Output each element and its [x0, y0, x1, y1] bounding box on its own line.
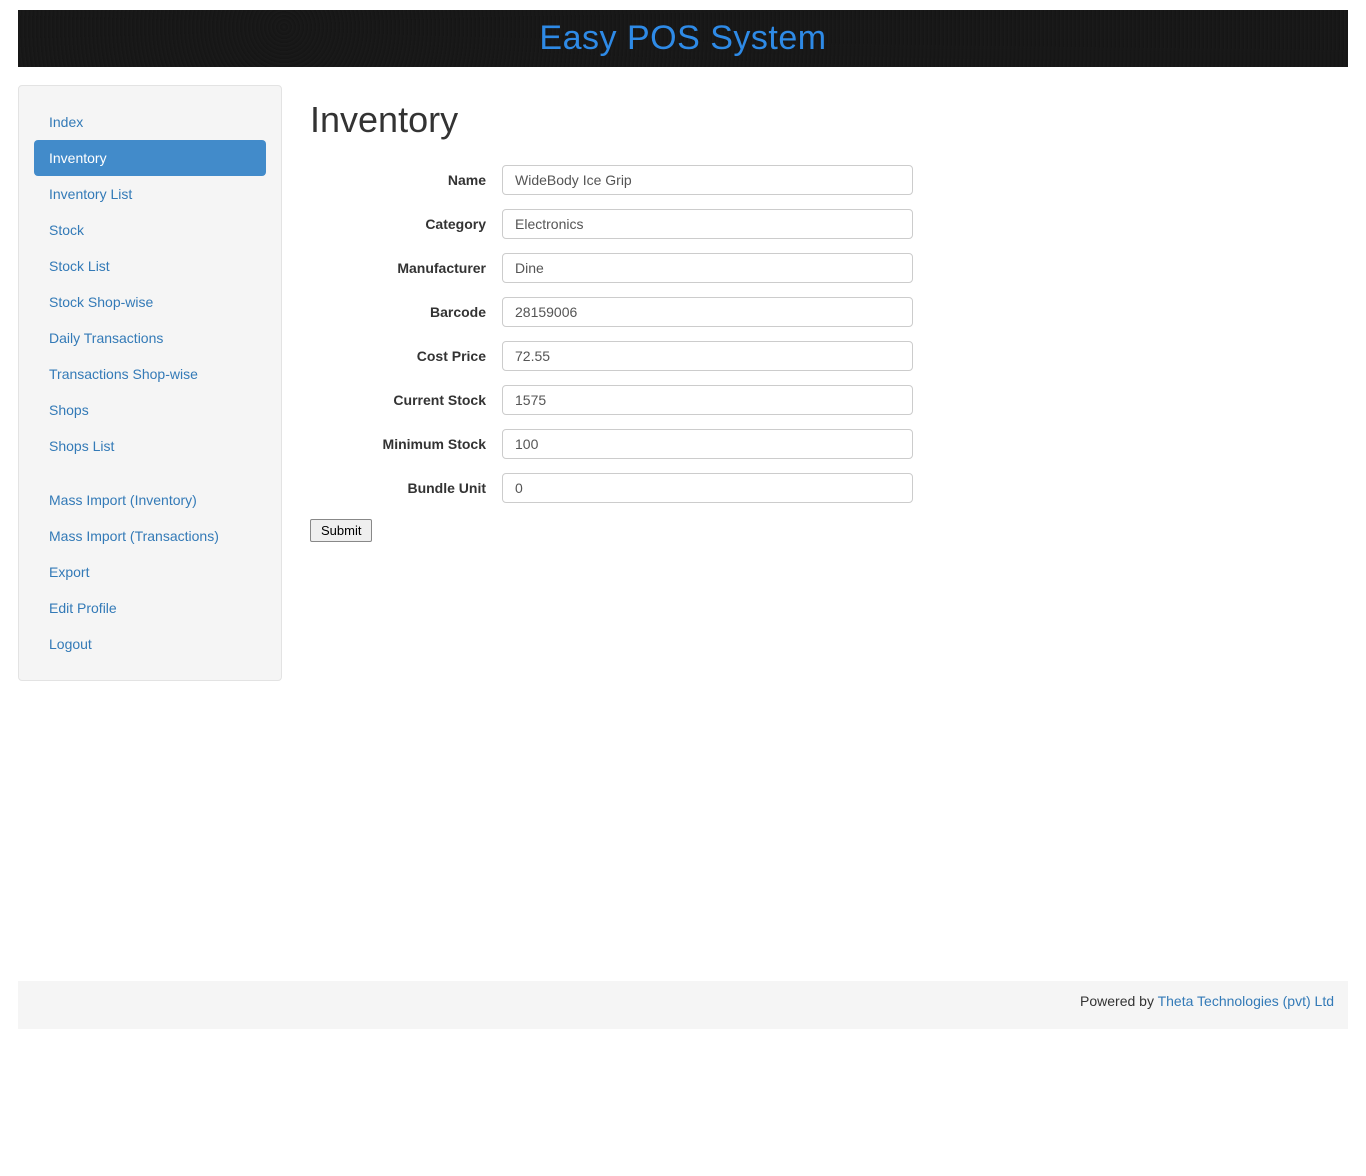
sidebar-item-inventory[interactable]: Inventory	[34, 140, 266, 176]
label-category: Category	[310, 216, 502, 232]
sidebar-item-stock[interactable]: Stock	[34, 212, 266, 248]
footer-text: Powered by	[1080, 993, 1158, 1009]
label-name: Name	[310, 172, 502, 188]
sidebar-item-export[interactable]: Export	[34, 554, 266, 590]
label-bundle-unit: Bundle Unit	[310, 480, 502, 496]
sidebar-item-mass-import-inventory[interactable]: Mass Import (Inventory)	[34, 482, 266, 518]
sidebar-divider	[19, 464, 281, 482]
input-bundle-unit[interactable]	[502, 473, 913, 503]
sidebar-item-daily-transactions[interactable]: Daily Transactions	[34, 320, 266, 356]
input-minimum-stock[interactable]	[502, 429, 913, 459]
input-name[interactable]	[502, 165, 913, 195]
main-content: Inventory Name Category Manufacturer Bar…	[310, 85, 1348, 542]
main-container: Index Inventory Inventory List Stock Sto…	[18, 85, 1348, 681]
sidebar-item-shops[interactable]: Shops	[34, 392, 266, 428]
sidebar-item-transactions-shop-wise[interactable]: Transactions Shop-wise	[34, 356, 266, 392]
label-barcode: Barcode	[310, 304, 502, 320]
footer: Powered by Theta Technologies (pvt) Ltd	[18, 981, 1348, 1029]
sidebar: Index Inventory Inventory List Stock Sto…	[18, 85, 282, 681]
sidebar-item-mass-import-transactions[interactable]: Mass Import (Transactions)	[34, 518, 266, 554]
app-title: Easy POS System	[539, 19, 826, 58]
sidebar-item-edit-profile[interactable]: Edit Profile	[34, 590, 266, 626]
input-cost-price[interactable]	[502, 341, 913, 371]
input-barcode[interactable]	[502, 297, 913, 327]
sidebar-item-shops-list[interactable]: Shops List	[34, 428, 266, 464]
input-category[interactable]	[502, 209, 913, 239]
footer-link[interactable]: Theta Technologies (pvt) Ltd	[1158, 993, 1334, 1009]
label-manufacturer: Manufacturer	[310, 260, 502, 276]
page-title: Inventory	[310, 99, 1308, 141]
label-cost-price: Cost Price	[310, 348, 502, 364]
app-header: Easy POS System	[18, 10, 1348, 67]
sidebar-item-inventory-list[interactable]: Inventory List	[34, 176, 266, 212]
sidebar-item-stock-list[interactable]: Stock List	[34, 248, 266, 284]
sidebar-item-stock-shop-wise[interactable]: Stock Shop-wise	[34, 284, 266, 320]
input-manufacturer[interactable]	[502, 253, 913, 283]
sidebar-item-logout[interactable]: Logout	[34, 626, 266, 662]
input-current-stock[interactable]	[502, 385, 913, 415]
sidebar-item-index[interactable]: Index	[34, 104, 266, 140]
submit-button[interactable]: Submit	[310, 519, 372, 542]
label-minimum-stock: Minimum Stock	[310, 436, 502, 452]
label-current-stock: Current Stock	[310, 392, 502, 408]
